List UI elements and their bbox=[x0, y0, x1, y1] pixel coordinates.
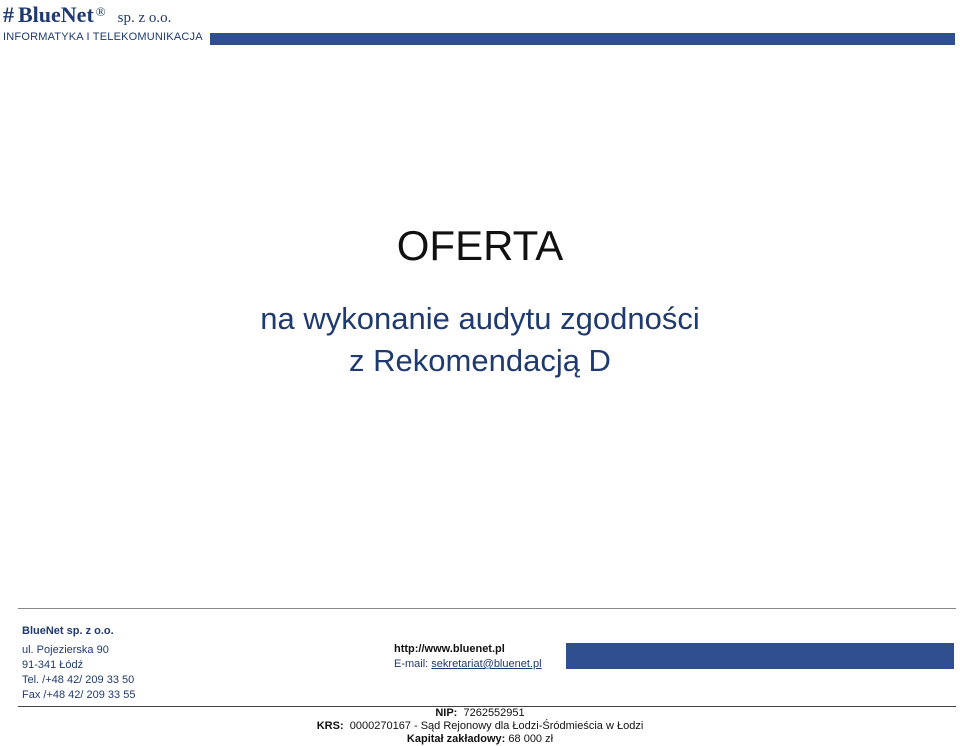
company-logo: # BlueNet ® sp. z o.o. bbox=[3, 2, 171, 28]
email-line: E-mail: sekretariat@bluenet.pl bbox=[394, 658, 542, 670]
capital-value: 68 000 zł bbox=[508, 733, 554, 745]
footer-address: ul. Pojezierska 90 91-341 Łódź Tel. /+48… bbox=[22, 643, 135, 703]
company-tagline: INFORMATYKA I TELEKOMUNIKACJA bbox=[3, 31, 203, 43]
document-title: OFERTA bbox=[396, 222, 564, 269]
fax-number: Fax /+48 42/ 209 33 55 bbox=[22, 689, 136, 701]
registered-mark: ® bbox=[95, 3, 106, 19]
document-subtitle: na wykonanie audytu zgodności z Rekomend… bbox=[0, 298, 960, 382]
krs-label: KRS: bbox=[316, 720, 344, 732]
footer-company-name: BlueNet sp. z o.o. bbox=[22, 625, 114, 637]
subtitle-line-1: na wykonanie audytu zgodności bbox=[260, 301, 700, 336]
header-accent-bar bbox=[210, 33, 955, 45]
logo-suffix: sp. z o.o. bbox=[117, 10, 172, 26]
phone-number: Tel. /+48 42/ 209 33 50 bbox=[22, 674, 135, 686]
krs-line: KRS: 0000270167 - Sąd Rejonowy dla Łodzi… bbox=[0, 720, 960, 732]
address-city: 91-341 Łódź bbox=[22, 659, 84, 671]
subtitle-line-2: z Rekomendacją D bbox=[349, 343, 611, 378]
email-label: E-mail: bbox=[394, 658, 429, 670]
address-street: ul. Pojezierska 90 bbox=[22, 644, 109, 656]
nip-label: NIP: bbox=[435, 707, 458, 719]
nip-value: 7262552951 bbox=[463, 707, 525, 719]
logo-hash: # bbox=[3, 2, 14, 27]
footer-divider-top bbox=[18, 608, 956, 609]
footer-accent-bar bbox=[566, 643, 954, 669]
krs-value: 0000270167 - Sąd Rejonowy dla Łodzi-Śród… bbox=[349, 720, 644, 732]
email-link[interactable]: sekretariat@bluenet.pl bbox=[431, 658, 541, 670]
logo-brand-name: BlueNet bbox=[18, 2, 94, 27]
website-link[interactable]: http://www.bluenet.pl bbox=[394, 643, 505, 655]
nip-line: NIP: 7262552951 bbox=[0, 707, 960, 719]
capital-line: Kapitał zakładowy: 68 000 zł bbox=[0, 733, 960, 745]
capital-label: Kapitał zakładowy: bbox=[406, 733, 506, 745]
